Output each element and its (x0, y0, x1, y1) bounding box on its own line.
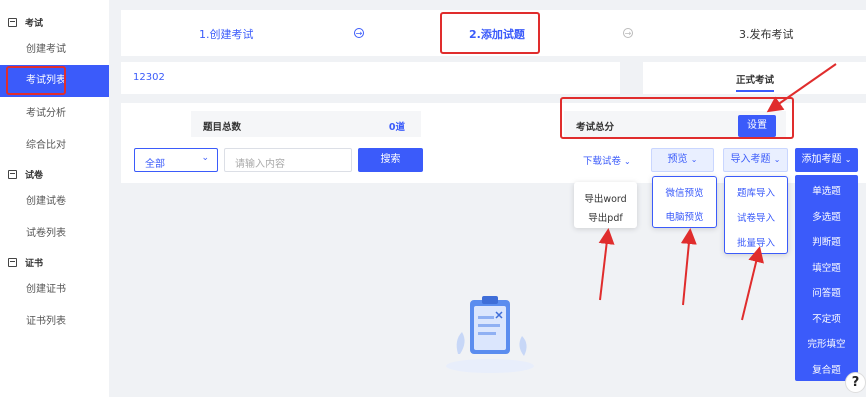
sidebar-item-cert-list[interactable]: 证书列表 (0, 306, 109, 338)
chevron-down-icon: ⌄ (690, 155, 698, 164)
step-add-questions[interactable]: 2.添加试题 (469, 26, 525, 42)
preview-button[interactable]: 预览 ⌄ (651, 148, 714, 172)
sidebar-section-title: 试卷 (25, 171, 44, 181)
chevron-down-icon: ⌄ (624, 157, 631, 166)
tab-formal-exam[interactable]: 正式考试 (736, 72, 774, 86)
preview-label: 预览 (667, 154, 688, 165)
sidebar-item-exam-analysis[interactable]: 考试分析 (0, 98, 109, 130)
import-questions-button[interactable]: 导入考题 ⌄ (723, 148, 788, 172)
sidebar-section-paper: 试卷 (8, 168, 43, 181)
search-placeholder: 请输入内容 (235, 159, 285, 170)
exam-id-card: 12302 (121, 62, 620, 94)
menu-item-export-word[interactable]: 导出word (574, 191, 637, 205)
menu-item-bank-import[interactable]: 题库导入 (725, 185, 787, 199)
step-create-exam[interactable]: 1.创建考试 (199, 26, 254, 42)
sidebar-item-create-cert[interactable]: 创建证书 (0, 274, 109, 306)
total-questions-label: 题目总数 (203, 122, 242, 133)
chevron-down-icon: ⌄ (773, 155, 781, 164)
menu-item-pc-preview[interactable]: 电脑预览 (653, 209, 716, 223)
add-questions-button[interactable]: 添加考题 ⌄ (795, 148, 858, 172)
paper-section-icon (8, 170, 17, 179)
download-paper-label: 下载试卷 (583, 156, 622, 167)
sidebar-section-cert: 证书 (8, 256, 43, 269)
menu-item-export-pdf[interactable]: 导出pdf (574, 210, 637, 224)
sidebar-item-paper-list[interactable]: 试卷列表 (0, 218, 109, 250)
download-menu: 导出word 导出pdf (574, 182, 637, 228)
steps-card: 1.创建考试 → 2.添加试题 → 3.发布考试 (121, 10, 866, 56)
sidebar-item-create-exam[interactable]: 创建考试 (0, 34, 109, 66)
tab-underline (736, 90, 774, 92)
menu-item-indefinite[interactable]: 不定项 (795, 311, 858, 325)
menu-item-fill-blank[interactable]: 填空题 (795, 260, 858, 274)
certificate-section-icon (8, 258, 17, 267)
sidebar-section-title: 证书 (25, 259, 44, 269)
menu-item-cloze[interactable]: 完形填空 (795, 336, 858, 350)
import-questions-label: 导入考题 (730, 154, 771, 165)
menu-item-paper-import[interactable]: 试卷导入 (725, 210, 787, 224)
menu-item-true-false[interactable]: 判断题 (795, 234, 858, 248)
exam-tab-card: 正式考试 (643, 62, 866, 94)
exam-section-icon (8, 18, 17, 27)
menu-item-single-choice[interactable]: 单选题 (795, 183, 858, 197)
add-questions-label: 添加考题 (801, 154, 842, 165)
total-questions-value: 0道 (388, 122, 405, 133)
empty-state-icon (446, 296, 534, 373)
help-button[interactable]: ? (845, 372, 866, 393)
sidebar-item-exam-list[interactable]: 考试列表 (0, 65, 109, 97)
menu-item-wechat-preview[interactable]: 微信预览 (653, 185, 716, 199)
menu-item-batch-import[interactable]: 批量导入 (725, 235, 787, 249)
category-select-value: 全部 (145, 159, 165, 170)
settings-button[interactable]: 设置 (738, 115, 776, 137)
search-input[interactable]: 请输入内容 (224, 148, 352, 172)
download-paper-button[interactable]: 下载试卷 ⌄ (583, 153, 631, 167)
arrow-circle-right-icon: → (623, 28, 633, 38)
sidebar-section-exam: 考试 (8, 16, 43, 29)
total-questions-box: 题目总数 0道 (191, 111, 421, 137)
search-button[interactable]: 搜索 (358, 148, 423, 172)
exam-id: 12302 (133, 72, 165, 83)
step-publish-exam[interactable]: 3.发布考试 (739, 26, 794, 42)
menu-item-qa[interactable]: 问答题 (795, 285, 858, 299)
sidebar-section-title: 考试 (25, 19, 44, 29)
category-select[interactable]: 全部 ⌄ (134, 148, 218, 172)
menu-item-multi-choice[interactable]: 多选题 (795, 209, 858, 223)
sidebar: 考试 创建考试 考试列表 考试分析 综合比对 试卷 创建试卷 试卷列表 证书 创… (0, 0, 109, 397)
arrow-circle-right-icon: → (354, 28, 364, 38)
total-score-label: 考试总分 (576, 122, 615, 133)
chevron-down-icon: ⌄ (844, 155, 852, 164)
add-questions-menu: 单选题 多选题 判断题 填空题 问答题 不定项 完形填空 复合题 (795, 175, 858, 381)
chevron-down-icon: ⌄ (201, 153, 209, 163)
sidebar-item-create-paper[interactable]: 创建试卷 (0, 186, 109, 218)
sidebar-item-compare[interactable]: 综合比对 (0, 130, 109, 162)
import-menu: 题库导入 试卷导入 批量导入 (724, 176, 788, 254)
preview-menu: 微信预览 电脑预览 (652, 176, 717, 228)
